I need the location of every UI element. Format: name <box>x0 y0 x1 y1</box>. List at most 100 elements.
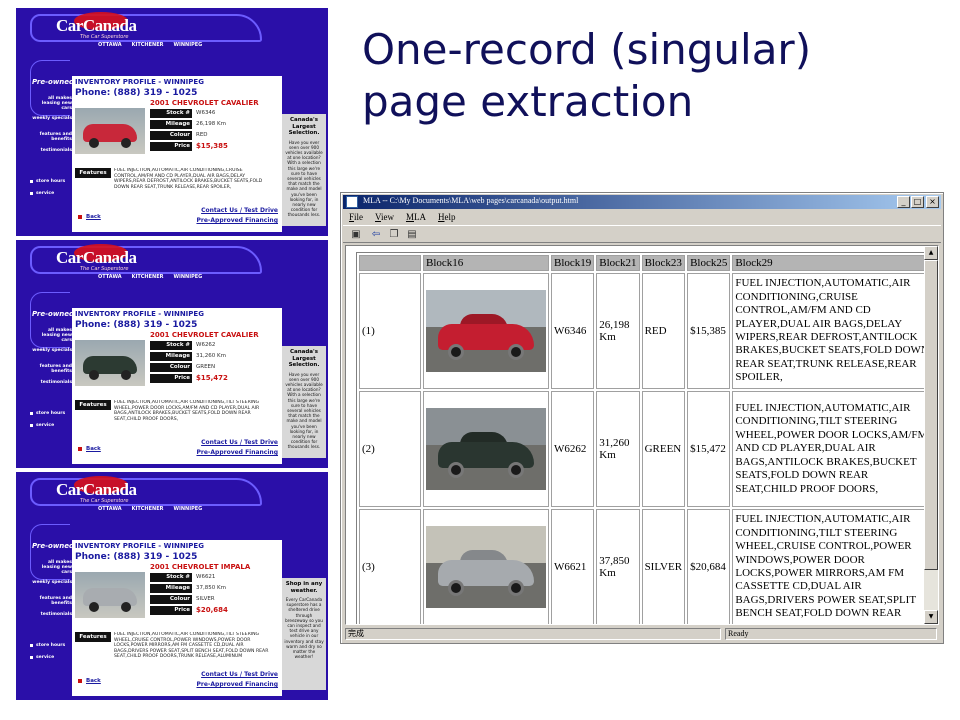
menu-mla[interactable]: MLA <box>400 211 432 225</box>
scroll-up-button[interactable]: ▲ <box>924 246 938 260</box>
site-logo[interactable]: CarCanada <box>56 480 137 500</box>
city-ottawa[interactable]: OTTAWA <box>98 274 122 280</box>
sidebar-link[interactable]: weekly specials <box>32 116 72 121</box>
store-hours-link[interactable]: store hours <box>36 411 65 416</box>
minimize-button[interactable]: _ <box>897 196 910 208</box>
sidebar-link[interactable]: weekly specials <box>32 580 72 585</box>
app-icon <box>346 196 358 208</box>
block16-image-cell <box>423 273 549 389</box>
wheel <box>89 370 99 380</box>
menu-help[interactable]: Help <box>432 211 462 225</box>
output-view: Block16 Block19 Block21 Block23 Block25 … <box>345 245 939 625</box>
city-nav: OTTAWA KITCHENER WINNIPEG <box>98 274 202 280</box>
phone-number: Phone: (888) 319 - 1025 <box>75 552 198 562</box>
scroll-down-button[interactable]: ▼ <box>924 610 938 624</box>
contact-link[interactable]: Contact Us / Test Drive <box>196 206 278 216</box>
back-link[interactable]: Back <box>78 446 101 452</box>
menu-file[interactable]: File <box>343 211 369 225</box>
sidebar-link[interactable]: all makes leasing new cars <box>32 328 72 343</box>
city-winnipeg[interactable]: WINNIPEG <box>173 274 202 280</box>
city-kitchener[interactable]: KITCHENER <box>132 42 164 48</box>
header-block29: Block29 <box>732 255 935 271</box>
sidebar-link[interactable]: testimonials <box>32 612 72 617</box>
back-label: Back <box>86 678 101 684</box>
promo-box: Canada's Largest Selection. Have you eve… <box>282 346 326 458</box>
mla-window: MLA -- C:\My Documents\MLA\web pages\car… <box>340 192 944 644</box>
carcanada-page-1: CarCanada The Car Superstore OTTAWA KITC… <box>16 8 328 236</box>
promo-text: Have you ever seen over 900 vehicles ava… <box>285 139 323 218</box>
financing-link[interactable]: Pre-Approved Financing <box>196 448 278 458</box>
car-photo <box>426 526 546 608</box>
back-link[interactable]: Back <box>78 678 101 684</box>
spec-label: Mileage <box>150 120 192 129</box>
open-folder-icon[interactable]: ▣ <box>349 228 363 241</box>
car-name: 2001 CHEVROLET CAVALIER <box>150 99 259 107</box>
store-hours-link[interactable]: store hours <box>36 643 65 648</box>
pre-owned-label: Pre-owned <box>32 542 75 550</box>
sidebar-link[interactable]: features and benefits <box>32 364 72 374</box>
features-label: Features <box>75 400 111 410</box>
maximize-button[interactable]: □ <box>911 196 924 208</box>
copy-icon[interactable]: ❐ <box>387 228 401 241</box>
city-nav: OTTAWA KITCHENER WINNIPEG <box>98 42 202 48</box>
spec-value: 26,198 Km <box>196 121 226 127</box>
service-link[interactable]: service <box>36 423 54 428</box>
wheel <box>89 138 99 148</box>
city-kitchener[interactable]: KITCHENER <box>132 506 164 512</box>
financing-link[interactable]: Pre-Approved Financing <box>196 680 278 690</box>
spec-value: $20,684 <box>196 606 228 614</box>
document-icon[interactable]: ▤ <box>405 228 419 241</box>
spec-label: Colour <box>150 363 192 372</box>
spec-label: Stock # <box>150 573 192 582</box>
scroll-thumb[interactable] <box>924 260 938 570</box>
promo-title: Canada's Largest Selection. <box>288 117 320 136</box>
site-header: CarCanada The Car Superstore OTTAWA KITC… <box>16 240 328 282</box>
features-label: Features <box>75 632 111 642</box>
block19-cell: W6262 <box>551 391 595 507</box>
sidebar-link[interactable]: testimonials <box>32 380 72 385</box>
city-kitchener[interactable]: KITCHENER <box>132 274 164 280</box>
spec-label: Colour <box>150 131 192 140</box>
close-button[interactable]: × <box>926 196 939 208</box>
wheel <box>89 602 99 612</box>
site-logo[interactable]: CarCanada <box>56 16 137 36</box>
city-winnipeg[interactable]: WINNIPEG <box>173 42 202 48</box>
back-label: Back <box>86 446 101 452</box>
back-link[interactable]: Back <box>78 214 101 220</box>
table-row: (2) W6262 31,260 Km GREEN $15,472 FUEL I… <box>359 391 935 507</box>
inventory-title: INVENTORY PROFILE - WINNIPEG <box>75 310 204 318</box>
wheel <box>448 580 464 596</box>
sidebar-link[interactable]: weekly specials <box>32 348 72 353</box>
service-link[interactable]: service <box>36 655 54 660</box>
city-ottawa[interactable]: OTTAWA <box>98 42 122 48</box>
contact-link[interactable]: Contact Us / Test Drive <box>196 670 278 680</box>
sidebar-link[interactable]: testimonials <box>32 148 72 153</box>
car-photo <box>75 572 145 618</box>
sidebar-link[interactable]: all makes leasing new cars <box>32 560 72 575</box>
block16-image-cell <box>423 391 549 507</box>
spec-label: Price <box>150 374 192 383</box>
spec-value: RED <box>196 132 208 138</box>
status-right: Ready <box>725 628 937 640</box>
back-arrow-icon[interactable]: ⇦ <box>369 228 383 241</box>
row-index: (2) <box>359 391 421 507</box>
menu-view[interactable]: View <box>369 211 400 225</box>
financing-link[interactable]: Pre-Approved Financing <box>196 216 278 226</box>
store-hours-link[interactable]: store hours <box>36 179 65 184</box>
sidebar-link[interactable]: all makes leasing new cars <box>32 96 72 111</box>
city-winnipeg[interactable]: WINNIPEG <box>173 506 202 512</box>
site-logo[interactable]: CarCanada <box>56 248 137 268</box>
sidebar-link[interactable]: features and benefits <box>32 596 72 606</box>
spec-value: $15,472 <box>196 374 228 382</box>
status-left: 完成 <box>345 628 721 640</box>
table-header-row: Block16 Block19 Block21 Block23 Block25 … <box>359 255 935 271</box>
sidebar-link[interactable]: features and benefits <box>32 132 72 142</box>
carcanada-page-3: CarCanada The Car Superstore OTTAWA KITC… <box>16 472 328 700</box>
spec-value: W6621 <box>196 574 216 580</box>
city-ottawa[interactable]: OTTAWA <box>98 506 122 512</box>
slide-title-line2: page extraction <box>362 77 694 126</box>
vertical-scrollbar[interactable]: ▲ ▼ <box>924 246 938 624</box>
contact-link[interactable]: Contact Us / Test Drive <box>196 438 278 448</box>
phone-number: Phone: (888) 319 - 1025 <box>75 88 198 98</box>
service-link[interactable]: service <box>36 191 54 196</box>
